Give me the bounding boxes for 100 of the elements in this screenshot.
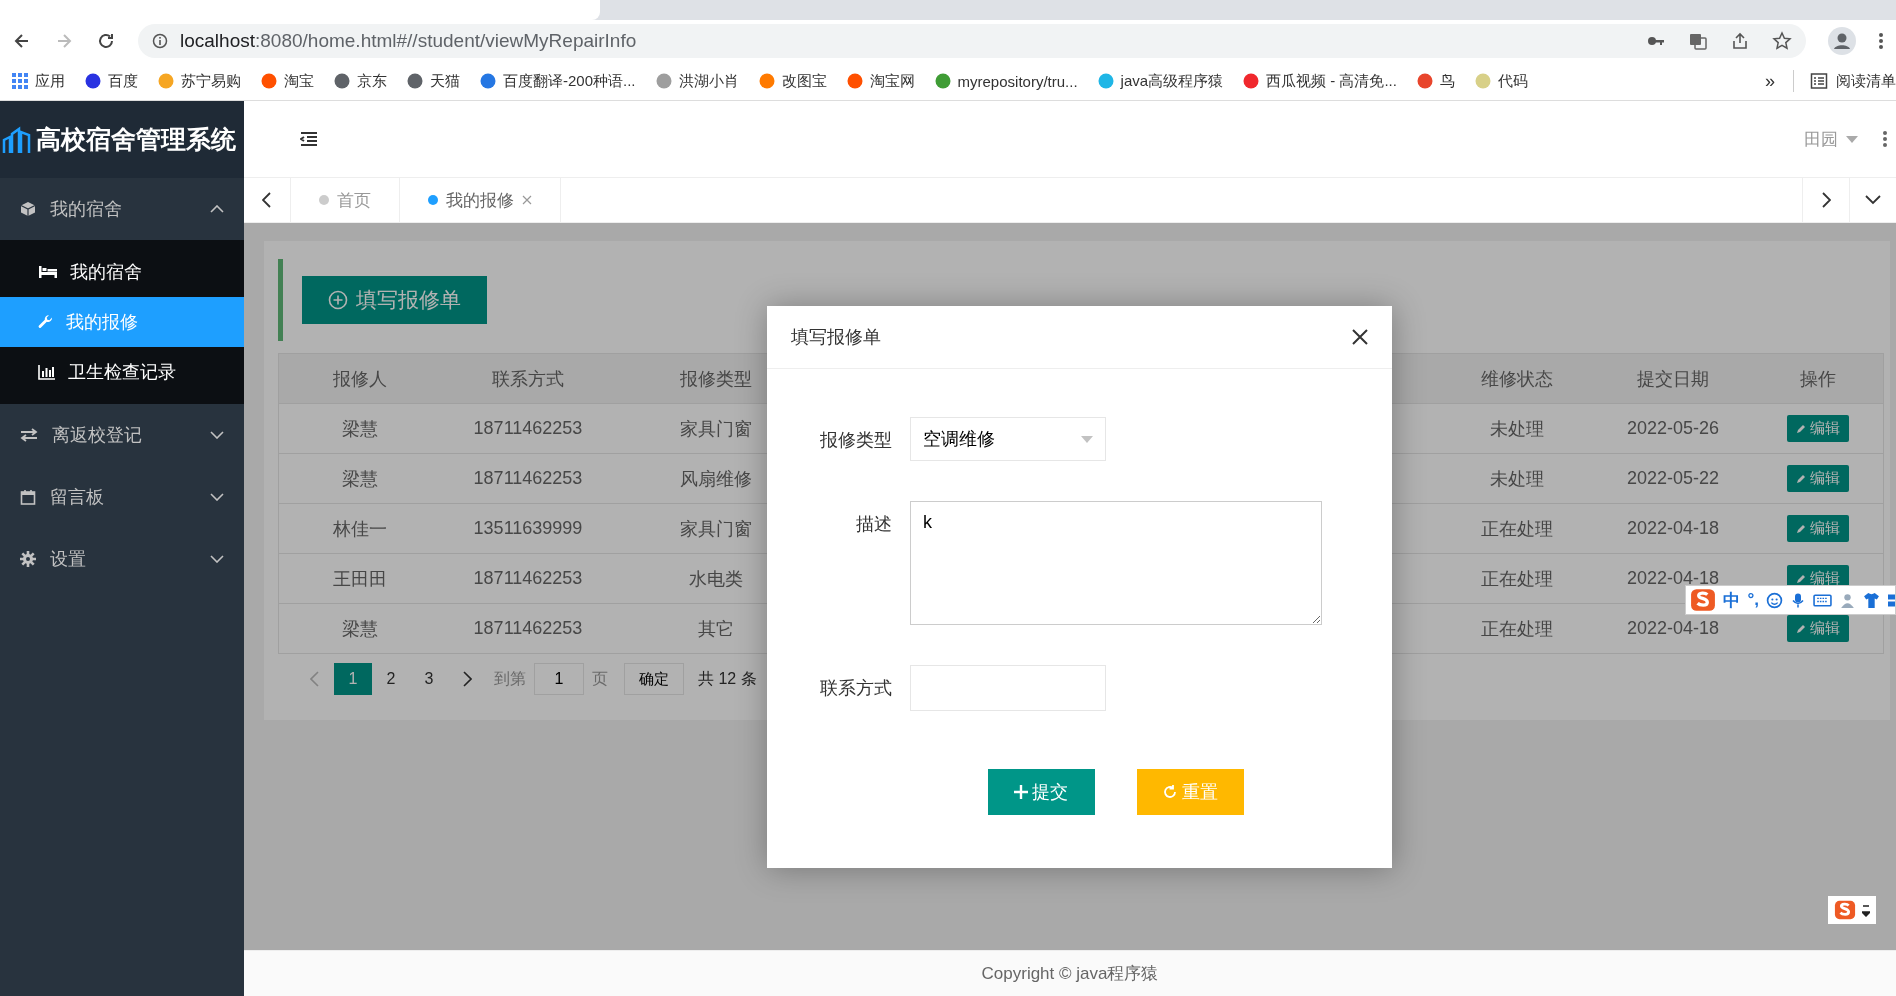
field-label: 报修类型 [819,429,892,452]
contact-field[interactable] [910,665,1106,711]
bookmark-link[interactable]: java高级程序猿 [1120,71,1224,91]
table-cell-text: 18711462253 [472,568,584,589]
microphone-icon[interactable] [1790,591,1806,609]
close-icon[interactable] [1352,329,1368,345]
page-number[interactable]: 3 [410,663,448,695]
avatar-icon[interactable] [1828,27,1856,55]
description-field[interactable]: k [910,501,1322,625]
sidebar-item[interactable]: 我的宿舍 [0,247,244,297]
menu-icon[interactable] [1878,31,1884,51]
page-tab[interactable]: 我的报修 [446,188,514,212]
bookmark-link[interactable]: 淘宝网 [869,71,915,91]
page-unit: 页 [592,668,608,689]
pencil-icon [1796,573,1806,584]
translate-icon[interactable] [1688,31,1708,51]
table-cell-text: 未处理 [1489,417,1545,441]
bookmark-link[interactable]: 百度 [108,71,138,91]
bookmark-icon[interactable] [846,73,863,89]
cube-icon [20,201,36,217]
modal-title: 填写报修单 [791,326,881,349]
sidebar-group[interactable]: 我的宿舍 [0,178,244,240]
sidebar-group[interactable]: 设置 [0,528,244,590]
bookmark-link[interactable]: 苏宁易购 [181,71,241,91]
bookmark-link[interactable]: myrepository/tru... [957,72,1078,90]
bookmark-icon[interactable] [480,73,496,89]
column-header: 提交日期 [1636,367,1710,391]
table-cell-text: 家具门窗 [679,417,753,441]
reading-list-icon[interactable] [1810,72,1828,90]
bed-icon [38,265,58,279]
pencil-icon [1796,523,1806,534]
table-cell-text: 梁慧 [341,617,379,641]
ime-logo-icon[interactable] [1690,587,1717,613]
table-cell-text: 梁慧 [341,467,379,491]
page-input[interactable]: 1 [534,663,584,695]
chevron-left-icon[interactable] [262,192,272,208]
bookmark-link[interactable]: 淘宝 [284,71,314,91]
calendar-icon [20,489,36,505]
expand-icon[interactable] [1862,903,1870,917]
table-cell-text: 林佳一 [332,517,388,541]
chevron-down-icon[interactable] [1865,195,1881,205]
smiley-icon[interactable] [1766,591,1783,609]
bookmark-icon[interactable] [334,73,350,89]
keyboard-icon[interactable] [1813,592,1832,608]
bookmark-icon[interactable] [261,73,277,89]
chevron-icon [210,555,224,563]
confirm-button[interactable]: 确定 [624,663,684,695]
wrench-icon [38,314,54,330]
bookmark-link[interactable]: 京东 [357,71,387,91]
sidebar-group[interactable]: 留言板 [0,466,244,528]
apps-grid-icon[interactable] [12,73,28,89]
sidebar-item[interactable]: 卫生检查记录 [0,347,244,397]
bookmark-icon[interactable] [1416,73,1433,89]
bookmark-link[interactable]: 代码 [1497,71,1528,91]
table-cell-text: 18711462253 [472,468,584,489]
bookmark-link[interactable]: 洪湖小肖 [678,71,739,91]
page-number[interactable]: 2 [372,663,410,695]
table-cell-text: 正在处理 [1480,567,1554,591]
table-cell-text: 梁慧 [341,417,379,441]
plus-circle-icon [328,290,348,310]
address-bar[interactable]: localhost:8080/home.html#//student/viewMyRepairInfo [138,24,1806,58]
more-bookmarks-button[interactable]: » [1765,70,1775,92]
bookmark-link[interactable]: 西瓜视频 - 高清免... [1266,71,1397,91]
more-icon[interactable] [1882,129,1888,149]
bookmark-icon[interactable] [85,73,101,89]
menu-icon[interactable] [300,132,318,146]
submit-button[interactable]: 提交 [987,769,1095,815]
ime-mode[interactable]: 中 [1723,588,1741,612]
bookmark-link[interactable]: 百度翻译-200种语... [503,71,636,91]
bookmark-link[interactable]: 鸟 [1439,71,1455,91]
reading-list-link[interactable]: 阅读清单 [1836,71,1896,91]
bookmark-link[interactable]: 天猫 [430,71,460,91]
plus-icon [1014,785,1028,799]
bookmark-icon[interactable] [934,73,951,89]
settings-icon [20,551,36,567]
table-cell-text: 家具门窗 [679,517,753,541]
reload-icon[interactable] [96,31,116,51]
share-icon[interactable] [1730,31,1750,51]
ime-punctuation[interactable]: °, [1747,590,1759,610]
bookmark-icon[interactable] [407,73,423,89]
bookmark-link[interactable]: 改图宝 [781,71,827,91]
shirt-icon[interactable] [1863,591,1880,609]
table-cell-text: 正在处理 [1480,617,1554,641]
table-cell-text: 风扇维修 [679,467,753,491]
type-select[interactable]: 空调维修 [910,417,1106,461]
next-page-icon[interactable] [462,671,472,687]
pencil-icon [1796,423,1806,434]
goto-label: 到第 [494,668,526,689]
table-cell-text: 2022-05-22 [1625,468,1721,489]
copyright-text: Copyright © java程序猿 [981,963,1159,985]
sidebar-group[interactable]: 离返校登记 [0,404,244,466]
ime-logo-icon[interactable] [1834,899,1856,921]
bookmark-icon[interactable] [1243,73,1260,89]
bookmark-link[interactable]: 应用 [35,71,65,91]
star-icon[interactable] [1772,31,1792,51]
field-label: 描述 [855,513,892,536]
table-cell-text: 2022-04-18 [1625,618,1721,639]
table-cell-text: 18711462253 [472,618,584,639]
chevron-right-icon[interactable] [1821,192,1831,208]
chevron-icon [210,205,224,213]
